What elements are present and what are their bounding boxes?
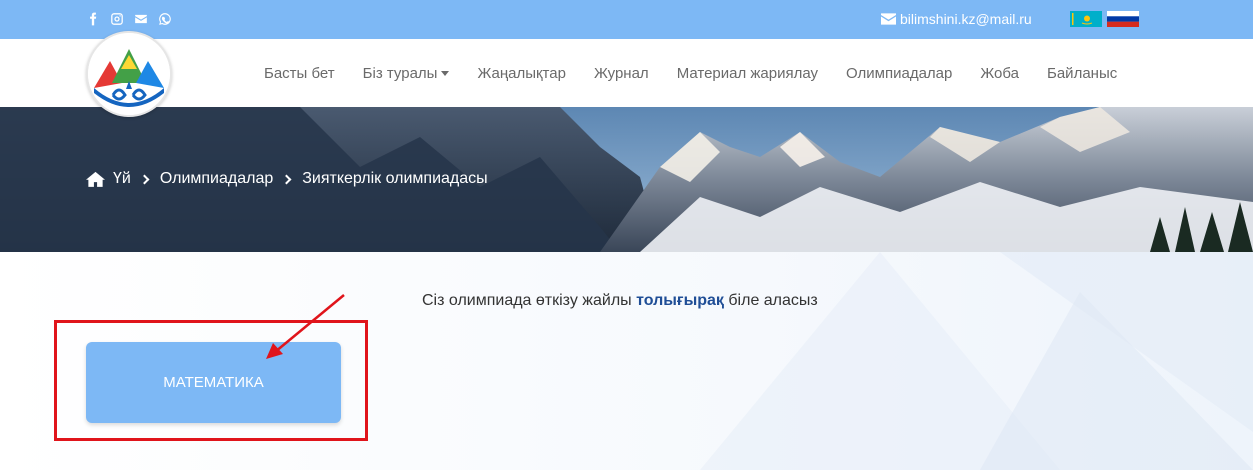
- site-logo[interactable]: [86, 31, 172, 117]
- info-text-start: Сіз олимпиада өткізу жайлы: [422, 292, 637, 309]
- instagram-icon[interactable]: [110, 12, 124, 26]
- social-links: [86, 10, 172, 28]
- facebook-icon[interactable]: [86, 12, 100, 26]
- home-icon: [86, 171, 105, 187]
- chevron-right-icon: [139, 174, 150, 184]
- nav-item-journal[interactable]: Журнал: [594, 65, 649, 82]
- nav-item-publish[interactable]: Материал жариялау: [677, 65, 818, 82]
- chevron-right-icon: [281, 174, 292, 184]
- breadcrumb-olympiads[interactable]: Олимпиадалар: [160, 170, 273, 188]
- nav-item-about[interactable]: Біз туралы: [363, 65, 450, 82]
- pointer-arrow-icon: [266, 294, 345, 359]
- kazakh-flag-icon[interactable]: [1070, 11, 1102, 27]
- contact-email[interactable]: bilimshini.kz@mail.ru: [881, 9, 1032, 29]
- info-text-end: біле аласыз: [723, 292, 818, 309]
- email-text: bilimshini.kz@mail.ru: [900, 11, 1032, 27]
- main-nav: Басты бет Біз туралы Жаңалықтар Журнал М…: [250, 39, 1131, 107]
- nav-item-news[interactable]: Жаңалықтар: [477, 65, 565, 82]
- details-link[interactable]: толығырақ: [636, 292, 724, 309]
- whatsapp-icon[interactable]: [158, 12, 172, 26]
- envelope-icon[interactable]: [134, 12, 148, 26]
- mathematics-button-label: МАТЕМАТИКА: [163, 374, 264, 391]
- envelope-icon: [881, 13, 896, 25]
- nav-item-olympiads[interactable]: Олимпиадалар: [846, 65, 952, 82]
- caret-down-icon: [441, 70, 450, 76]
- breadcrumb-home[interactable]: Үй: [113, 170, 131, 188]
- nav-item-contact[interactable]: Байланыс: [1047, 65, 1117, 82]
- top-bar: bilimshini.kz@mail.ru: [0, 0, 1253, 39]
- language-switcher: [1070, 11, 1139, 27]
- russian-flag-icon[interactable]: [1107, 11, 1139, 27]
- breadcrumb-current: Зияткерлік олимпиадасы: [302, 170, 488, 187]
- info-text: Сіз олимпиада өткізу жайлы толығырақ біл…: [422, 292, 818, 310]
- nav-item-project[interactable]: Жоба: [980, 65, 1019, 82]
- nav-item-home[interactable]: Басты бет: [264, 65, 335, 82]
- breadcrumb: Үй Олимпиадалар Зияткерлік олимпиадасы: [86, 168, 488, 190]
